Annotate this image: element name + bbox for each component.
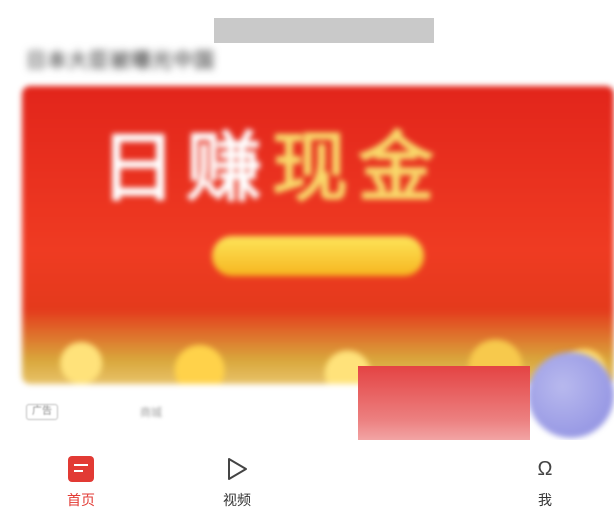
floating-avatar[interactable] <box>528 352 614 438</box>
tab-home-label: 首页 <box>67 492 95 508</box>
tab-home[interactable]: 首页 <box>51 456 111 516</box>
ad-cta-pill[interactable] <box>212 236 424 276</box>
bottom-tab-bar: 首页 视频 Ω 我 <box>0 440 614 532</box>
ad-banner-title-gold: 现金 <box>272 123 444 212</box>
ad-banner[interactable]: 日赚现金 <box>22 86 614 384</box>
ad-source-label: 商城 <box>140 407 162 419</box>
tab-me-label: 我 <box>538 492 552 508</box>
ad-banner-title: 日赚现金 <box>100 106 444 216</box>
tab-me[interactable]: Ω 我 <box>515 456 575 516</box>
play-icon <box>228 458 247 480</box>
feed-headline[interactable]: 日本大臣被曝光中国 <box>26 44 215 73</box>
tab-video-label: 视频 <box>223 492 251 508</box>
top-redaction-bar <box>214 18 434 43</box>
ad-tag-badge: 广告 <box>26 404 58 420</box>
home-icon <box>68 456 94 482</box>
tab-video[interactable]: 视频 <box>207 456 267 516</box>
person-icon: Ω <box>537 458 553 480</box>
ad-banner-title-white: 日赚 <box>100 123 272 212</box>
